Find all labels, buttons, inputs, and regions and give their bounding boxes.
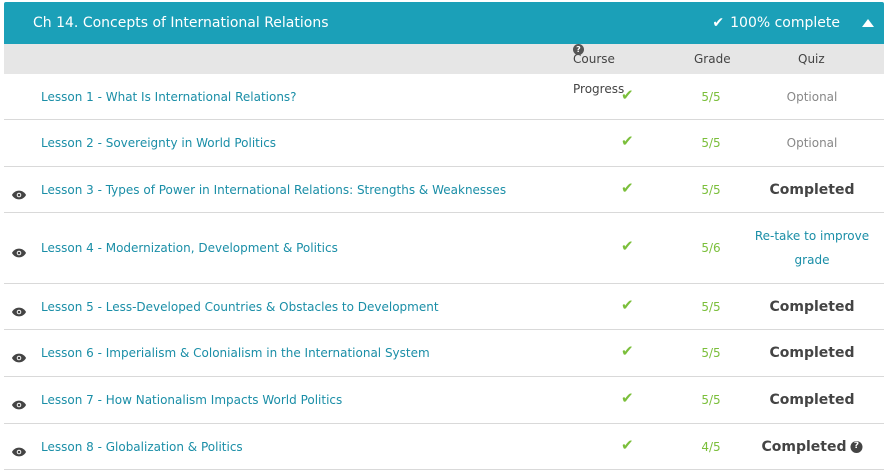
- progress-check-icon: ✔: [621, 178, 634, 197]
- lesson-row: Lesson 4 - Modernization, Development & …: [4, 213, 884, 284]
- lesson-row: Lesson 5 - Less-Developed Countries & Ob…: [4, 284, 884, 330]
- eye-icon: [12, 302, 26, 316]
- lesson-row: Lesson 2 - Sovereignty in World Politics…: [4, 120, 884, 167]
- eye-icon: [12, 185, 26, 199]
- eye-icon: [12, 243, 26, 258]
- chapter-panel: Ch 14. Concepts of International Relatio…: [4, 2, 884, 470]
- quiz-optional: Optional: [786, 89, 838, 104]
- progress-check-icon: ✔: [621, 342, 634, 361]
- lesson-grade: 5/5: [701, 182, 721, 197]
- lesson-grade: 4/5: [701, 439, 721, 454]
- lesson-link[interactable]: Lesson 5 - Less-Developed Countries & Ob…: [41, 300, 439, 314]
- help-icon[interactable]: ?: [850, 440, 863, 453]
- chapter-title: Ch 14. Concepts of International Relatio…: [33, 15, 329, 31]
- quiz-completed: Completed: [769, 345, 855, 361]
- progress-check-icon: ✔: [621, 237, 634, 256]
- check-icon: ✔: [712, 15, 725, 31]
- quiz-completed: Completed: [769, 392, 855, 408]
- lesson-list: Lesson 1 - What Is International Relatio…: [4, 74, 884, 470]
- progress-check-icon: ✔: [621, 389, 634, 408]
- quiz-completed: Completed?: [761, 438, 863, 455]
- progress-check-icon: ✔: [621, 85, 634, 104]
- lesson-grade: 5/5: [701, 393, 721, 407]
- lesson-grade: 5/5: [701, 346, 721, 360]
- eye-icon: [12, 442, 26, 456]
- lesson-row: Lesson 3 - Types of Power in Internation…: [4, 167, 884, 213]
- lesson-row: Lesson 8 - Globalization & Politics ✔ 4/5 C…: [4, 424, 884, 470]
- quiz-optional: Optional: [786, 136, 838, 150]
- lesson-grade: 5/5: [701, 89, 721, 104]
- lesson-grade: 5/6: [701, 241, 721, 255]
- lesson-grade: 5/5: [701, 136, 721, 150]
- column-quiz: Quiz: [798, 52, 825, 66]
- lesson-row: Lesson 6 - Imperialism & Colonialism in …: [4, 330, 884, 377]
- chapter-header[interactable]: Ch 14. Concepts of International Relatio…: [4, 2, 884, 44]
- lesson-row: Lesson 7 - How Nationalism Impacts World…: [4, 377, 884, 424]
- progress-check-icon: ✔: [621, 295, 634, 314]
- column-grade: Grade: [694, 52, 731, 66]
- lesson-grade: 5/5: [701, 299, 721, 314]
- lesson-link[interactable]: Lesson 6 - Imperialism & Colonialism in …: [41, 346, 430, 360]
- column-header: Course Progress ? Grade Quiz: [4, 44, 884, 96]
- completion-status: ✔ 100% complete: [712, 15, 840, 31]
- quiz-completed: Completed: [769, 298, 855, 315]
- collapse-caret-icon[interactable]: [862, 19, 874, 27]
- header-right: ✔ 100% complete: [712, 15, 874, 31]
- lesson-link[interactable]: Lesson 1 - What Is International Relatio…: [41, 90, 297, 104]
- progress-check-icon: ✔: [621, 132, 634, 151]
- lesson-row: Lesson 1 - What Is International Relatio…: [4, 74, 884, 120]
- quiz-completed-text: Completed: [761, 438, 847, 455]
- progress-check-icon: ✔: [621, 435, 634, 454]
- lesson-link[interactable]: Lesson 2 - Sovereignty in World Politics: [41, 136, 276, 150]
- quiz-completed: Completed: [769, 181, 855, 198]
- eye-icon: [12, 395, 26, 410]
- lesson-link[interactable]: Lesson 8 - Globalization & Politics: [41, 440, 243, 454]
- eye-icon: [12, 348, 26, 363]
- lesson-link[interactable]: Lesson 4 - Modernization, Development & …: [41, 241, 338, 255]
- lesson-link[interactable]: Lesson 7 - How Nationalism Impacts World…: [41, 393, 342, 407]
- lesson-link[interactable]: Lesson 3 - Types of Power in Internation…: [41, 183, 506, 197]
- quiz-retake-link[interactable]: Re-take to improve grade: [752, 224, 872, 272]
- completion-text: 100% complete: [730, 15, 840, 31]
- help-icon[interactable]: ?: [573, 44, 584, 55]
